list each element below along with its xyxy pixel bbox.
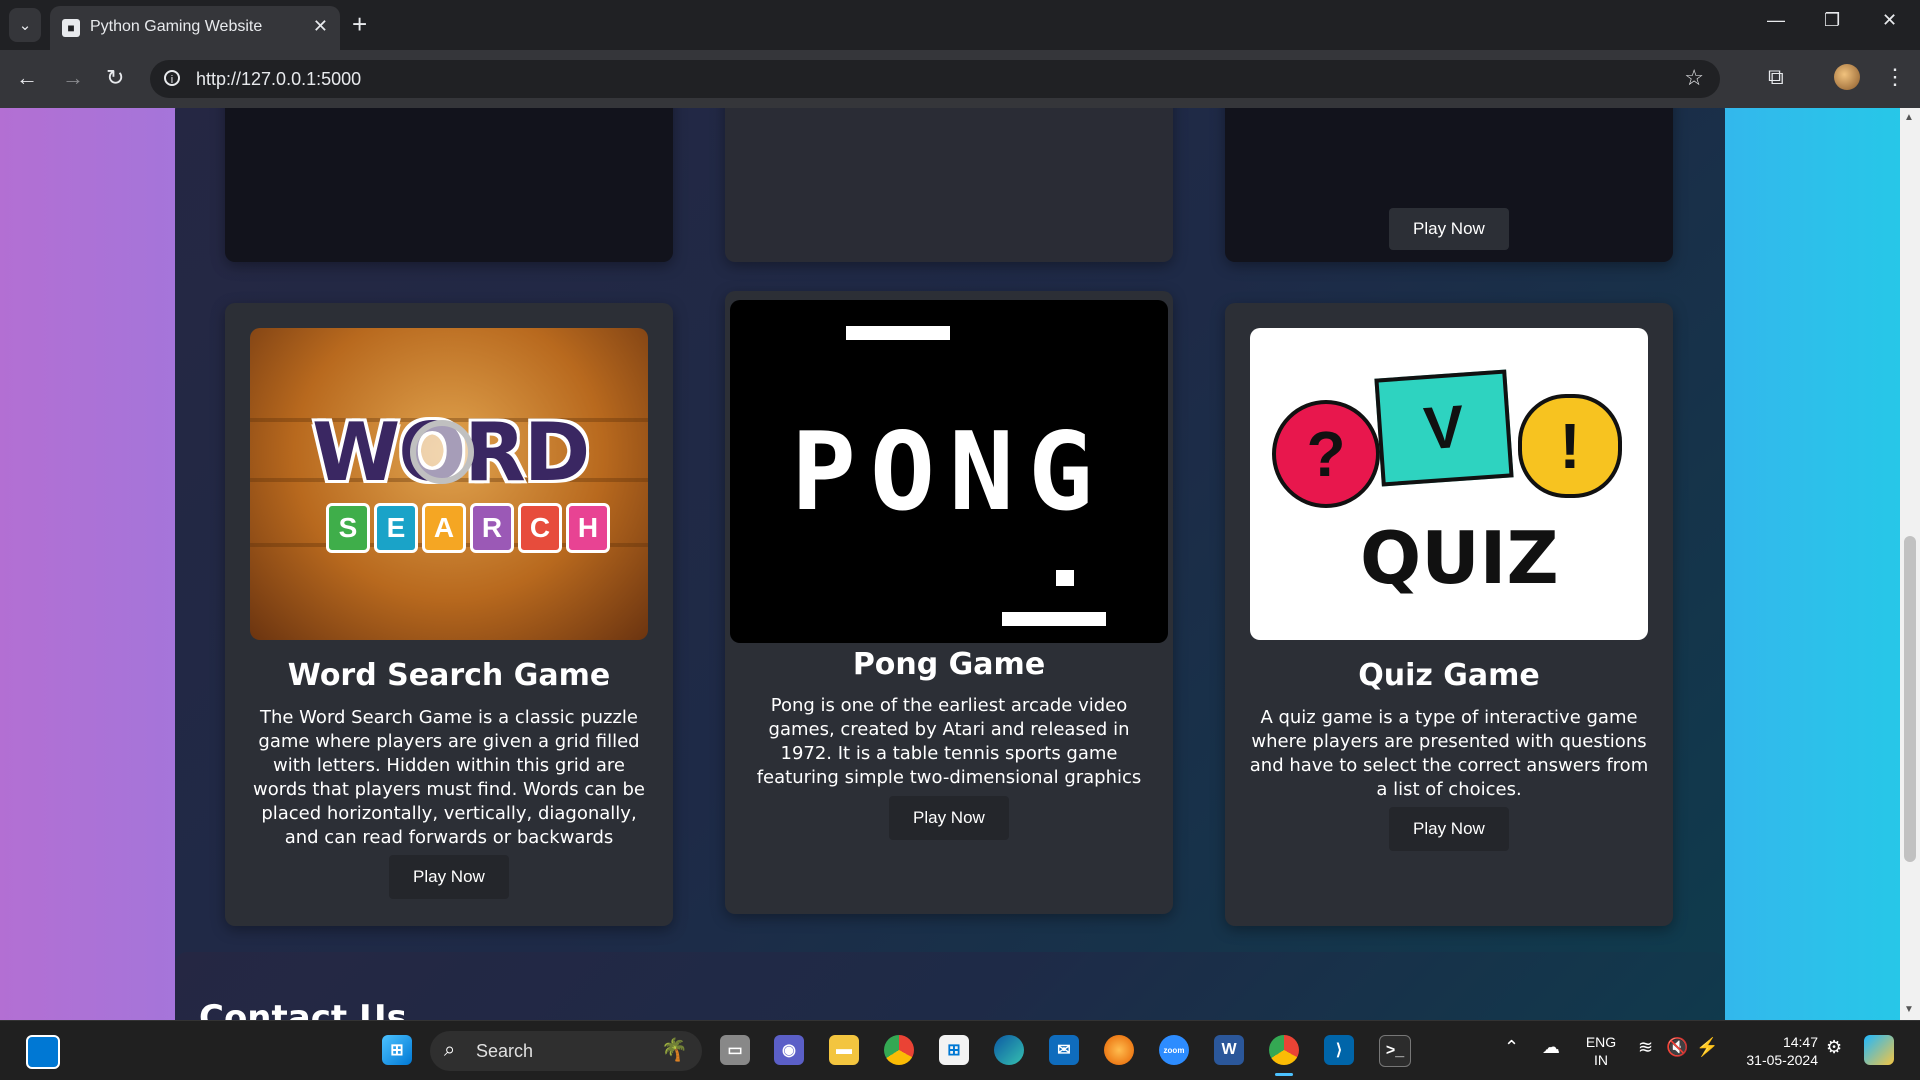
restore-button[interactable]: ❐ (1824, 10, 1840, 31)
tab-title: Python Gaming Website (90, 18, 263, 35)
forward-button[interactable]: → (62, 64, 84, 92)
windows-taskbar: ⊞ ⌕ Search 🌴 ▭ ◉ ▬ ⊞ ✉ zoom W ⟩ >_ ⌃ ☁ E… (0, 1020, 1920, 1080)
word-search-image: WORD S E A R C H (250, 328, 648, 640)
terminal-icon[interactable]: >_ (1379, 1035, 1411, 1067)
active-app-indicator (1275, 1073, 1293, 1076)
file-explorer-icon[interactable]: ▬ (829, 1035, 859, 1065)
mail-icon[interactable]: ✉ (1049, 1035, 1079, 1065)
play-now-button[interactable]: Play Now (1389, 807, 1509, 851)
contact-heading: Contact Us (199, 998, 407, 1020)
clock-date: 31-05-2024 (1746, 1052, 1818, 1068)
exclaim-bubble-icon: ! (1518, 394, 1622, 498)
clock-time: 14:47 (1782, 1034, 1818, 1050)
contact-section: Contact Us (175, 952, 1725, 1020)
game-title: Quiz Game (1358, 658, 1540, 693)
magnifier-icon (410, 420, 474, 484)
browser-tabstrip: ⌄ ■ Python Gaming Website ✕ + — ❐ ✕ (0, 0, 1920, 50)
game-card-top-right: Play Now (1225, 108, 1673, 262)
game-description: A quiz game is a type of interactive gam… (1249, 707, 1649, 800)
check-bubble-icon: V (1374, 369, 1514, 487)
game-card-top-middle (725, 108, 1173, 262)
start-windows-icon[interactable]: ⊞ (382, 1035, 412, 1065)
zoom-icon[interactable]: zoom (1159, 1035, 1189, 1065)
pong-paddle-bottom (1002, 612, 1106, 626)
wifi-icon[interactable]: ≋ (1638, 1037, 1653, 1058)
play-now-button[interactable]: Play Now (1389, 208, 1509, 250)
letter-tile: A (422, 503, 466, 553)
browser-tab[interactable]: ■ Python Gaming Website ✕ (50, 6, 340, 50)
games-section: Play Now WORD S E A R C H Word Search Ga… (175, 108, 1725, 985)
quiz-image: ? V ! QUIZ (1250, 328, 1648, 640)
reload-button[interactable]: ↻ (106, 64, 124, 92)
clock[interactable]: 14:47 31-05-2024 (1732, 1033, 1818, 1069)
letter-tile: E (374, 503, 418, 553)
settings-gear-icon[interactable]: ⚙ (1826, 1037, 1842, 1058)
letter-tile: R (470, 503, 514, 553)
battery-icon[interactable]: ⚡ (1696, 1037, 1718, 1058)
widgets-icon[interactable] (26, 1035, 60, 1069)
onedrive-icon[interactable]: ☁ (1542, 1037, 1560, 1058)
language-code: ENG (1585, 1034, 1617, 1050)
vscode-icon[interactable]: ⟩ (1324, 1035, 1354, 1065)
game-card-quiz: ? V ! QUIZ Quiz Game A quiz game is a ty… (1225, 303, 1673, 926)
pong-image: PONG (730, 300, 1168, 643)
game-title: Word Search Game (287, 658, 611, 693)
site-favicon-icon: ■ (62, 19, 80, 37)
scroll-up-icon[interactable]: ▲ (1904, 112, 1914, 123)
page-scrollbar[interactable]: ▲ ▼ (1900, 108, 1920, 1020)
tab-search-button[interactable]: ⌄ (9, 8, 41, 42)
new-tab-button[interactable]: + (352, 9, 367, 39)
game-description: Pong is one of the earliest arcade video… (756, 695, 1142, 788)
extensions-icon[interactable]: ⧉ (1768, 64, 1784, 90)
game-card-word-search: WORD S E A R C H Word Search Game The Wo… (225, 303, 673, 926)
quiz-logo-text: QUIZ (1360, 516, 1559, 600)
firefox-icon[interactable] (1104, 1035, 1134, 1065)
copilot-icon[interactable] (1864, 1035, 1894, 1065)
pong-ball (1056, 570, 1074, 586)
scrollbar-thumb[interactable] (1904, 536, 1916, 862)
chrome-icon[interactable] (884, 1035, 914, 1065)
search-letter-tiles: S E A R C H (326, 503, 610, 553)
game-card-pong: PONG Pong Game Pong is one of the earlie… (725, 291, 1173, 914)
game-description: The Word Search Game is a classic puzzle… (253, 707, 645, 848)
address-bar[interactable]: i http://127.0.0.1:5000 ☆ (150, 60, 1720, 98)
search-icon: ⌕ (444, 1039, 456, 1061)
search-label: Search (476, 1041, 534, 1061)
game-card-top-left (225, 108, 673, 262)
scroll-down-icon[interactable]: ▼ (1904, 1004, 1914, 1015)
play-now-button[interactable]: Play Now (389, 855, 509, 899)
show-hidden-icons-chevron-icon[interactable]: ⌃ (1504, 1037, 1519, 1058)
profile-avatar[interactable] (1834, 64, 1860, 90)
site-info-icon[interactable]: i (164, 70, 180, 86)
play-now-button[interactable]: Play Now (889, 796, 1009, 840)
teams-chat-icon[interactable]: ◉ (774, 1035, 804, 1065)
edge-icon[interactable] (994, 1035, 1024, 1065)
microsoft-store-icon[interactable]: ⊞ (939, 1035, 969, 1065)
chrome-active-icon[interactable] (1269, 1035, 1299, 1065)
taskbar-search[interactable]: ⌕ Search 🌴 (430, 1031, 702, 1071)
back-button[interactable]: ← (16, 64, 38, 92)
pong-logo-text: PONG (790, 410, 1108, 535)
letter-tile: S (326, 503, 370, 553)
close-window-button[interactable]: ✕ (1882, 10, 1897, 31)
word-icon[interactable]: W (1214, 1035, 1244, 1065)
bookmark-star-icon[interactable]: ☆ (1684, 65, 1704, 91)
palm-tree-icon: 🌴 (660, 1037, 688, 1062)
pong-paddle-top (846, 326, 950, 340)
letter-tile: H (566, 503, 610, 553)
game-title: Pong Game (852, 647, 1046, 682)
mute-speaker-icon[interactable]: 🔇 (1666, 1037, 1688, 1058)
question-bubble-icon: ? (1272, 400, 1380, 508)
browser-toolbar: ← → ↻ i http://127.0.0.1:5000 ☆ ⧉ ⋮ (0, 50, 1920, 108)
menu-kebab-icon[interactable]: ⋮ (1884, 64, 1906, 90)
url-text[interactable]: http://127.0.0.1:5000 (196, 69, 361, 90)
region-code: IN (1594, 1052, 1608, 1068)
page-viewport: Play Now WORD S E A R C H Word Search Ga… (0, 108, 1900, 1020)
task-view-icon[interactable]: ▭ (720, 1035, 750, 1065)
letter-tile: C (518, 503, 562, 553)
tab-close-icon[interactable]: ✕ (313, 16, 328, 37)
minimize-button[interactable]: — (1767, 10, 1785, 31)
language-indicator[interactable]: ENG IN (1584, 1033, 1618, 1069)
